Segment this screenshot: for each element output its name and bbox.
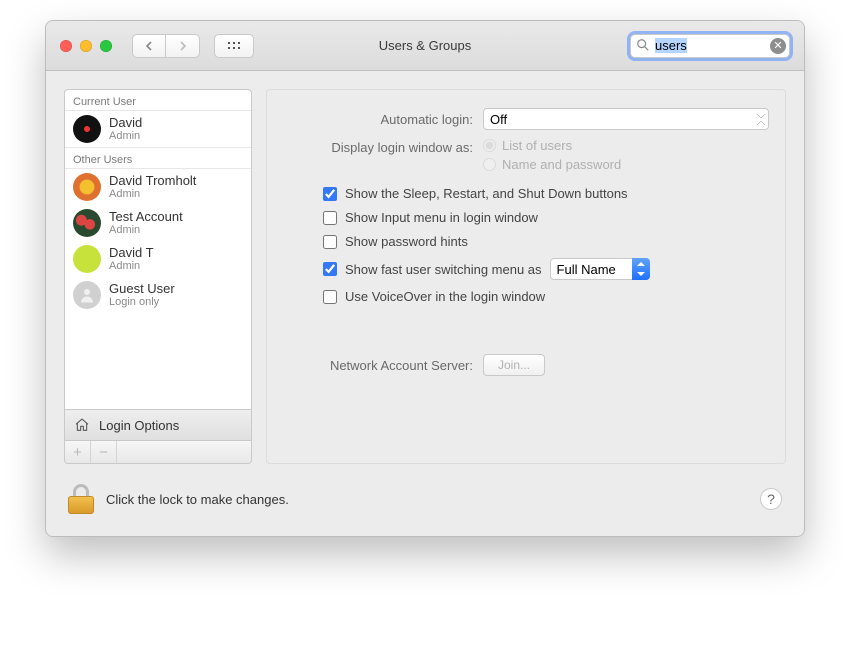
forward-button[interactable] <box>166 34 200 58</box>
lock-text: Click the lock to make changes. <box>106 492 289 507</box>
user-row-current[interactable]: David Admin <box>65 111 251 147</box>
network-account-label: Network Account Server: <box>283 358 473 373</box>
lock-body-icon <box>68 496 94 514</box>
checkbox-input[interactable] <box>323 262 337 276</box>
search-icon <box>636 38 650 52</box>
user-row[interactable]: Guest User Login only <box>65 277 251 313</box>
check-fast-switch[interactable]: Show fast user switching menu as Full Na… <box>323 258 769 280</box>
checkbox-input[interactable] <box>323 187 337 201</box>
close-window-button[interactable] <box>60 40 72 52</box>
user-role: Admin <box>109 224 183 236</box>
radio-input[interactable] <box>483 139 496 152</box>
person-icon <box>78 286 96 304</box>
chevron-right-icon <box>178 41 188 51</box>
login-options-label: Login Options <box>99 418 179 433</box>
user-role: Admin <box>109 188 196 200</box>
toolbar: Users & Groups ✕ <box>46 21 804 71</box>
section-current-user: Current User <box>65 90 251 111</box>
nav-buttons <box>132 34 200 58</box>
chevron-left-icon <box>144 41 154 51</box>
grid-icon <box>227 41 241 51</box>
user-row[interactable]: David Tromholt Admin <box>65 169 251 205</box>
user-name: Test Account <box>109 210 183 224</box>
check-sleep-restart[interactable]: Show the Sleep, Restart, and Shut Down b… <box>323 186 769 201</box>
avatar <box>73 245 101 273</box>
user-role: Admin <box>109 130 142 142</box>
radio-name-password[interactable]: Name and password <box>483 157 621 172</box>
automatic-login-select[interactable]: Off <box>483 108 769 130</box>
user-role: Login only <box>109 296 175 308</box>
checkbox-input[interactable] <box>323 211 337 225</box>
avatar <box>73 173 101 201</box>
radio-input[interactable] <box>483 158 496 171</box>
section-other-users: Other Users <box>65 147 251 169</box>
zoom-window-button[interactable] <box>100 40 112 52</box>
user-name: Guest User <box>109 282 175 296</box>
user-name: David <box>109 116 142 130</box>
sidebar: Current User David Admin Other Users Dav… <box>64 89 252 464</box>
show-all-button[interactable] <box>214 34 254 58</box>
user-name: David Tromholt <box>109 174 196 188</box>
radio-list-of-users[interactable]: List of users <box>483 138 621 153</box>
minimize-window-button[interactable] <box>80 40 92 52</box>
house-icon <box>73 417 91 433</box>
clear-search-button[interactable]: ✕ <box>770 38 786 54</box>
display-login-radiogroup: List of users Name and password <box>483 138 621 172</box>
back-button[interactable] <box>132 34 166 58</box>
join-button[interactable]: Join... <box>483 354 545 376</box>
fast-switch-select[interactable]: Full Name <box>550 258 650 280</box>
avatar <box>73 115 101 143</box>
check-input-menu[interactable]: Show Input menu in login window <box>323 210 769 225</box>
add-user-button[interactable]: + <box>65 441 91 463</box>
window-body: Current User David Admin Other Users Dav… <box>46 71 804 472</box>
settings-panel: Automatic login: Off Display login windo… <box>266 89 786 464</box>
avatar <box>73 209 101 237</box>
checkbox-group: Show the Sleep, Restart, and Shut Down b… <box>323 186 769 304</box>
prefs-window: Users & Groups ✕ Current User David Admi… <box>45 20 805 537</box>
search-input[interactable] <box>630 34 790 58</box>
user-name: David T <box>109 246 154 260</box>
user-role: Admin <box>109 260 154 272</box>
footer: Click the lock to make changes. ? <box>46 472 804 536</box>
remove-user-button[interactable]: − <box>91 441 117 463</box>
display-login-label: Display login window as: <box>283 138 473 155</box>
checkbox-input[interactable] <box>323 290 337 304</box>
login-options-button[interactable]: Login Options <box>64 409 252 441</box>
search-wrap: ✕ <box>630 34 790 58</box>
help-button[interactable]: ? <box>760 488 782 510</box>
add-remove-toolbar: + − <box>64 441 252 464</box>
check-voiceover[interactable]: Use VoiceOver in the login window <box>323 289 769 304</box>
lock-button[interactable] <box>68 484 94 514</box>
user-row[interactable]: David T Admin <box>65 241 251 277</box>
user-list: Current User David Admin Other Users Dav… <box>64 89 252 409</box>
user-row[interactable]: Test Account Admin <box>65 205 251 241</box>
check-password-hints[interactable]: Show password hints <box>323 234 769 249</box>
traffic-lights <box>60 40 112 52</box>
automatic-login-label: Automatic login: <box>283 112 473 127</box>
checkbox-input[interactable] <box>323 235 337 249</box>
avatar <box>73 281 101 309</box>
